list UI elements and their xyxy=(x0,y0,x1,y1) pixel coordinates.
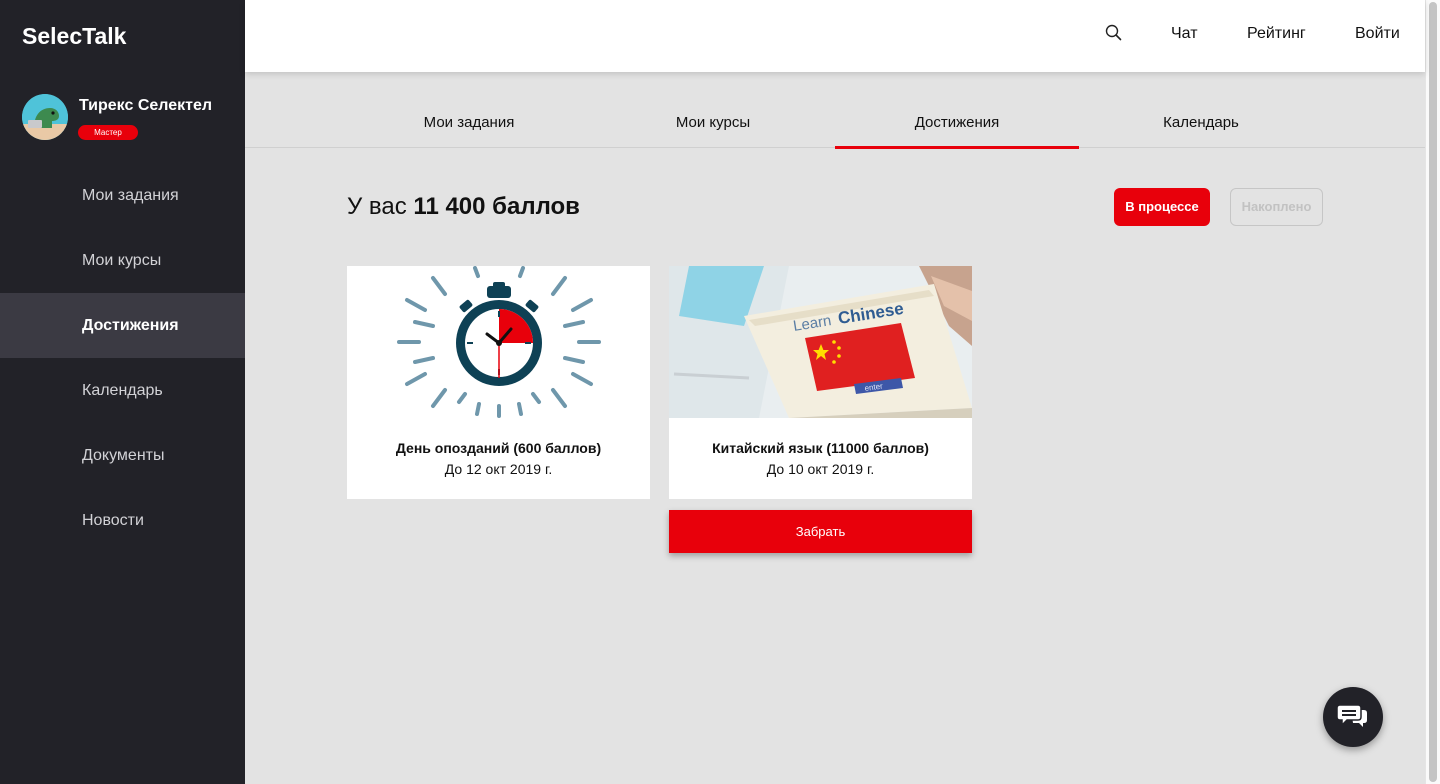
points-value: 11 400 баллов xyxy=(413,193,580,220)
card-date: До 12 окт 2019 г. xyxy=(444,461,553,477)
sidebar-nav: Мои задания Мои курсы Достижения Календа… xyxy=(0,163,245,553)
tab-bar: Мои задания Мои курсы Достижения Календа… xyxy=(245,98,1425,149)
points-prefix: У вас xyxy=(347,193,414,220)
chat-fab-button[interactable] xyxy=(1323,687,1383,747)
filter-in-progress-button[interactable]: В процессе xyxy=(1114,188,1210,226)
stopwatch-image xyxy=(347,266,650,418)
chat-bubbles-icon xyxy=(1336,704,1367,727)
tab-my-courses[interactable]: Мои курсы xyxy=(591,98,835,148)
card-title: Китайский язык (11000 баллов) xyxy=(712,440,929,456)
avatar[interactable] xyxy=(22,94,68,140)
filter-accumulated-button[interactable]: Накоплено xyxy=(1230,188,1323,226)
achievement-card[interactable]: День опозданий (600 баллов) До 12 окт 20… xyxy=(347,266,650,499)
sidebar-item-calendar[interactable]: Календарь xyxy=(0,358,245,423)
sidebar-item-my-tasks[interactable]: Мои задания xyxy=(0,163,245,228)
card-title: День опозданий (600 баллов) xyxy=(395,440,602,456)
claim-button[interactable]: Забрать xyxy=(669,510,972,553)
card-date: До 10 окт 2019 г. xyxy=(766,461,875,477)
user-name: Тирекс Селектел xyxy=(79,97,213,114)
app-logo[interactable]: SelecTalk xyxy=(22,23,126,50)
tab-my-tasks[interactable]: Мои задания xyxy=(347,98,591,148)
header-link-login[interactable]: Войти xyxy=(1355,25,1400,43)
role-badge: Мастер xyxy=(78,125,138,140)
achievement-card[interactable]: Learn Chinese enter Китайский язык (1100… xyxy=(669,266,972,499)
tab-achievements[interactable]: Достижения xyxy=(835,98,1079,149)
search-icon[interactable] xyxy=(1105,24,1125,44)
top-header: Чат Рейтинг Войти xyxy=(245,0,1425,72)
sidebar-item-my-courses[interactable]: Мои курсы xyxy=(0,228,245,293)
sidebar-item-achievements[interactable]: Достижения xyxy=(0,293,245,358)
page-scrollbar[interactable] xyxy=(1425,0,1440,784)
header-link-chat[interactable]: Чат xyxy=(1171,25,1198,43)
sidebar: SelecTalk Тирекс Селектел Мастер Мои зад… xyxy=(0,0,245,784)
sidebar-item-documents[interactable]: Документы xyxy=(0,423,245,488)
sidebar-item-news[interactable]: Новости xyxy=(0,488,245,553)
tab-calendar[interactable]: Календарь xyxy=(1079,98,1323,148)
points-summary: У вас 11 400 баллов xyxy=(347,193,580,221)
user-profile[interactable]: Тирекс Селектел Мастер xyxy=(22,94,242,144)
scrollbar-thumb[interactable] xyxy=(1429,2,1437,782)
header-link-rating[interactable]: Рейтинг xyxy=(1247,25,1306,43)
learn-chinese-image: Learn Chinese enter xyxy=(669,266,972,418)
